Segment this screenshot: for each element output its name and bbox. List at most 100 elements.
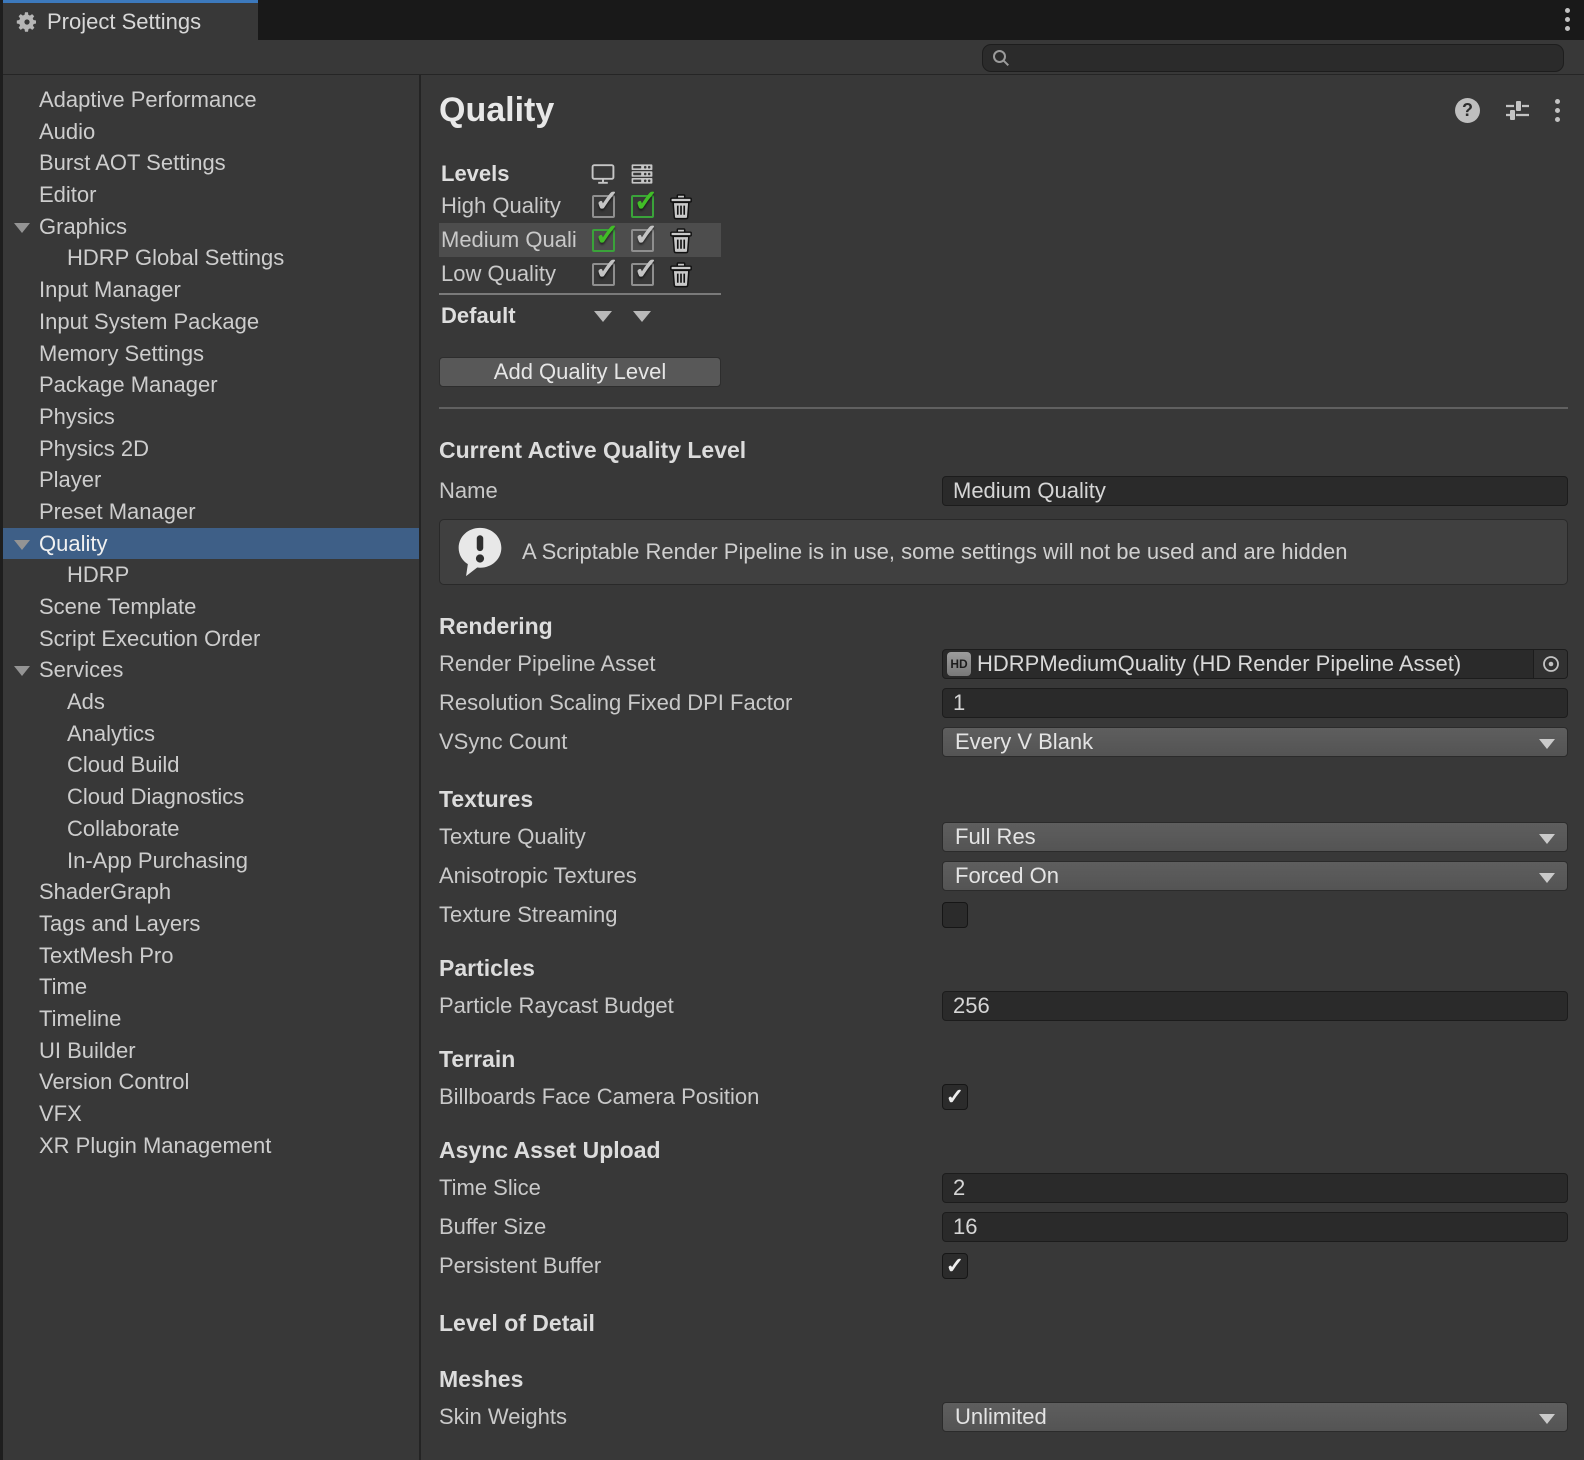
sidebar-item-label: UI Builder xyxy=(39,1038,136,1063)
sidebar-item-analytics[interactable]: Analytics xyxy=(3,718,419,750)
sidebar-item-version-control[interactable]: Version Control xyxy=(3,1066,419,1098)
delete-level-trash-icon[interactable] xyxy=(669,261,693,288)
sidebar-item-label: Timeline xyxy=(39,1006,121,1031)
sidebar-item-label: Script Execution Order xyxy=(39,626,260,651)
default-server-dropdown-icon[interactable] xyxy=(633,311,651,322)
quality-level-row-high[interactable]: High Quality ✓ ✓ xyxy=(439,189,721,223)
search-icon xyxy=(991,48,1011,68)
buffer-size-input[interactable] xyxy=(942,1212,1568,1242)
anisotropic-textures-dropdown[interactable]: Forced On xyxy=(942,861,1568,891)
chevron-down-icon xyxy=(1539,873,1555,883)
add-quality-level-button[interactable]: Add Quality Level xyxy=(439,357,721,387)
high-server-checkbox[interactable]: ✓ xyxy=(631,195,654,218)
sidebar-item-editor[interactable]: Editor xyxy=(3,179,419,211)
sidebar-item-collaborate[interactable]: Collaborate xyxy=(3,813,419,845)
sidebar-item-player[interactable]: Player xyxy=(3,464,419,496)
textures-title: Textures xyxy=(439,784,1568,814)
sidebar-item-label: Memory Settings xyxy=(39,341,204,366)
delete-level-trash-icon[interactable] xyxy=(669,227,693,254)
skin-weights-dropdown[interactable]: Unlimited xyxy=(942,1402,1568,1432)
sidebar-item-graphics[interactable]: Graphics xyxy=(3,211,419,243)
sidebar-item-ui-builder[interactable]: UI Builder xyxy=(3,1035,419,1067)
sidebar-item-shadergraph[interactable]: ShaderGraph xyxy=(3,876,419,908)
quality-name-input[interactable] xyxy=(942,476,1568,506)
vsync-count-dropdown[interactable]: Every V Blank xyxy=(942,727,1568,757)
resolution-scaling-input[interactable] xyxy=(942,688,1568,718)
sidebar-item-quality[interactable]: Quality xyxy=(3,528,419,560)
medium-server-checkbox[interactable]: ✓ xyxy=(631,229,654,252)
search-input[interactable] xyxy=(1017,48,1555,69)
texture-streaming-checkbox[interactable] xyxy=(942,902,968,928)
chevron-down-icon xyxy=(1539,739,1555,749)
low-server-checkbox[interactable]: ✓ xyxy=(631,263,654,286)
sidebar-item-package-manager[interactable]: Package Manager xyxy=(3,369,419,401)
sidebar-item-hdrp[interactable]: HDRP xyxy=(3,559,419,591)
tab-bar: Project Settings xyxy=(3,0,1584,40)
sidebar-item-physics-2d[interactable]: Physics 2D xyxy=(3,433,419,465)
presets-icon[interactable] xyxy=(1504,98,1531,122)
srp-info-box: A Scriptable Render Pipeline is in use, … xyxy=(439,519,1568,585)
sidebar-item-input-system-package[interactable]: Input System Package xyxy=(3,306,419,338)
sidebar-item-timeline[interactable]: Timeline xyxy=(3,1003,419,1035)
sidebar-item-cloud-diagnostics[interactable]: Cloud Diagnostics xyxy=(3,781,419,813)
sidebar-item-label: Ads xyxy=(67,689,105,714)
sidebar-item-burst-aot-settings[interactable]: Burst AOT Settings xyxy=(3,147,419,179)
medium-desktop-checkbox[interactable]: ✓ xyxy=(592,229,615,252)
default-label: Default xyxy=(439,303,591,329)
persistent-buffer-checkbox[interactable]: ✓ xyxy=(942,1253,968,1279)
page-menu-kebab-icon[interactable] xyxy=(1555,99,1560,122)
delete-level-trash-icon[interactable] xyxy=(669,193,693,220)
rendering-title: Rendering xyxy=(439,611,1568,641)
sidebar-item-input-manager[interactable]: Input Manager xyxy=(3,274,419,306)
sidebar-item-time[interactable]: Time xyxy=(3,971,419,1003)
render-pipeline-asset-field[interactable]: HD HDRPMediumQuality (HD Render Pipeline… xyxy=(942,649,1568,679)
sidebar-item-preset-manager[interactable]: Preset Manager xyxy=(3,496,419,528)
sidebar-item-label: Version Control xyxy=(39,1069,189,1094)
particle-raycast-budget-input[interactable] xyxy=(942,991,1568,1021)
sidebar-item-memory-settings[interactable]: Memory Settings xyxy=(3,338,419,370)
hd-asset-badge-icon: HD xyxy=(947,652,971,676)
sidebar-item-vfx[interactable]: VFX xyxy=(3,1098,419,1130)
sidebar-item-label: Cloud Diagnostics xyxy=(67,784,244,809)
sidebar-item-physics[interactable]: Physics xyxy=(3,401,419,433)
object-picker-icon[interactable] xyxy=(1533,650,1567,678)
sidebar-item-label: Time xyxy=(39,974,87,999)
sidebar-item-audio[interactable]: Audio xyxy=(3,116,419,148)
quality-level-row-low[interactable]: Low Quality ✓ ✓ xyxy=(439,257,721,291)
sidebar-item-label: Input System Package xyxy=(39,309,259,334)
sidebar-item-label: Preset Manager xyxy=(39,499,196,524)
quality-level-row-medium[interactable]: Medium Quali ✓ ✓ xyxy=(439,223,721,257)
default-desktop-dropdown-icon[interactable] xyxy=(594,311,612,322)
low-desktop-checkbox[interactable]: ✓ xyxy=(592,263,615,286)
sidebar-item-textmesh-pro[interactable]: TextMesh Pro xyxy=(3,940,419,972)
sidebar-item-in-app-purchasing[interactable]: In-App Purchasing xyxy=(3,845,419,877)
chevron-down-icon xyxy=(1539,834,1555,844)
lod-title: Level of Detail xyxy=(439,1308,1568,1338)
search-box[interactable] xyxy=(982,44,1564,72)
time-slice-input[interactable] xyxy=(942,1173,1568,1203)
texture-quality-dropdown[interactable]: Full Res xyxy=(942,822,1568,852)
section-separator xyxy=(439,407,1568,409)
sidebar-item-label: Cloud Build xyxy=(67,752,180,777)
chevron-down-icon xyxy=(1539,1414,1555,1424)
sidebar-item-script-execution-order[interactable]: Script Execution Order xyxy=(3,623,419,655)
help-icon[interactable]: ? xyxy=(1455,98,1480,123)
sidebar-item-hdrp-global-settings[interactable]: HDRP Global Settings xyxy=(3,242,419,274)
expand-triangle-icon[interactable] xyxy=(14,540,30,550)
high-desktop-checkbox[interactable]: ✓ xyxy=(592,195,615,218)
sidebar-item-ads[interactable]: Ads xyxy=(3,686,419,718)
expand-triangle-icon[interactable] xyxy=(14,223,30,233)
sidebar-item-tags-and-layers[interactable]: Tags and Layers xyxy=(3,908,419,940)
sidebar-item-adaptive-performance[interactable]: Adaptive Performance xyxy=(3,84,419,116)
window-menu-kebab-icon[interactable] xyxy=(1565,8,1570,31)
gear-icon xyxy=(15,10,39,34)
sidebar-item-cloud-build[interactable]: Cloud Build xyxy=(3,749,419,781)
sidebar-item-xr-plugin-management[interactable]: XR Plugin Management xyxy=(3,1130,419,1162)
billboards-face-camera-checkbox[interactable]: ✓ xyxy=(942,1084,968,1110)
expand-triangle-icon[interactable] xyxy=(14,666,30,676)
sidebar-item-label: Editor xyxy=(39,182,96,207)
sidebar-item-services[interactable]: Services xyxy=(3,654,419,686)
tab-project-settings[interactable]: Project Settings xyxy=(3,0,258,40)
sidebar-item-scene-template[interactable]: Scene Template xyxy=(3,591,419,623)
sidebar-item-label: Quality xyxy=(39,531,107,556)
